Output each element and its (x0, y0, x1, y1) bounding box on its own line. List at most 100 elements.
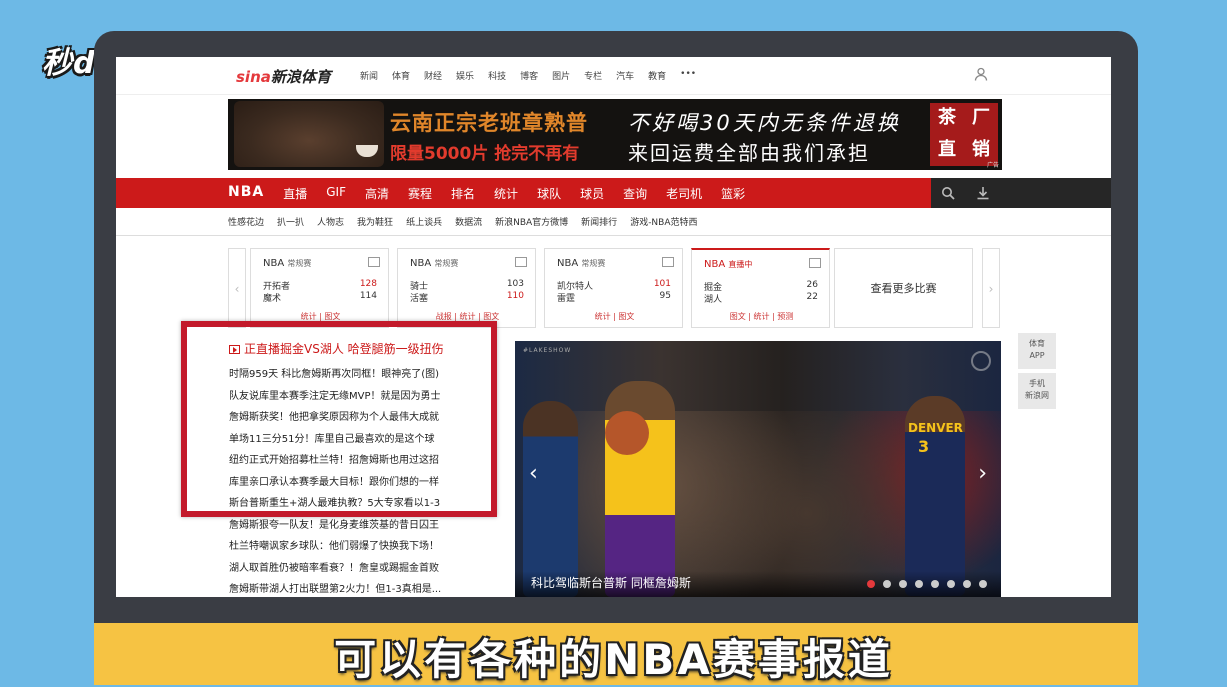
player-image (523, 401, 578, 597)
game-card[interactable]: NBA 常规赛 开拓者 128 魔术 114 统计 | 图文 (250, 248, 389, 328)
jersey-number: 3 (918, 437, 930, 456)
news-item[interactable]: 湖人取首胜仍被暗率看衰？！詹皇或踢掘金首败 (229, 558, 441, 580)
nba-nav-bar: NBA 直播 GIF 高清 赛程 排名 统计 球队 球员 查询 老司机 篮彩 (116, 178, 1111, 208)
team-name: 魔术 (263, 294, 282, 304)
nav-item-hd[interactable]: 高清 (365, 185, 389, 202)
mobile-sina-widget[interactable]: 手机 新浪网 (1018, 373, 1056, 409)
nav-item-players[interactable]: 球员 (580, 185, 604, 202)
game-status: 常规赛 (287, 259, 312, 268)
chevron-right-icon[interactable]: › (982, 248, 1000, 328)
team-score: 26 (806, 280, 818, 290)
slider-dot[interactable] (931, 580, 939, 588)
nav-item-stats[interactable]: 统计 (494, 185, 518, 202)
slider-dots (867, 580, 987, 588)
league: NBA (410, 258, 432, 269)
nba-logo-link[interactable]: NBA (228, 184, 264, 202)
slider-dot[interactable] (883, 580, 891, 588)
top-nav-item[interactable]: 图片 (552, 69, 570, 82)
search-icon[interactable] (941, 186, 955, 200)
nav-item-teams[interactable]: 球队 (537, 185, 561, 202)
basketball-image (605, 411, 649, 455)
ad-line3: 不好喝30天内无条件退换 (628, 111, 901, 135)
top-nav-item[interactable]: 汽车 (616, 69, 634, 82)
nav-item-driver[interactable]: 老司机 (666, 185, 702, 202)
sub-nav-item[interactable]: 扒一扒 (277, 215, 304, 228)
sub-nav-item[interactable]: 数据流 (455, 215, 482, 228)
nav-item-gif[interactable]: GIF (326, 185, 346, 202)
nav-item-schedule[interactable]: 赛程 (408, 185, 432, 202)
image-icon[interactable] (662, 257, 674, 267)
download-icon[interactable] (976, 186, 990, 200)
top-nav-item[interactable]: 博客 (520, 69, 538, 82)
slider-dot[interactable] (867, 580, 875, 588)
game-links[interactable]: 统计 | 图文 (545, 311, 684, 322)
user-icon[interactable] (974, 67, 988, 81)
news-item[interactable]: 杜兰特嘲讽家乡球队：他们弱爆了快换我下场！ (229, 536, 441, 558)
sub-nav-item[interactable]: 游戏-NBA范特西 (630, 215, 697, 228)
slider-dot[interactable] (947, 580, 955, 588)
tea-ad-banner[interactable]: 云南正宗老班章熟普 限量5000片 抢完不再有 不好喝30天内无条件退换 来回运… (228, 99, 1002, 170)
nav-item-live[interactable]: 直播 (283, 185, 307, 202)
top-nav-item[interactable]: 新闻 (360, 69, 378, 82)
top-nav-item[interactable]: 专栏 (584, 69, 602, 82)
slider-dot[interactable] (963, 580, 971, 588)
game-card-live[interactable]: NBA 直播中 掘金 26 湖人 22 图文 | 统计 | 预测 (691, 248, 830, 328)
badge-char: 茶 (938, 107, 956, 128)
team-name: 活塞 (410, 294, 429, 304)
top-nav: sina新浪体育 新闻 体育 财经 娱乐 科技 博客 图片 专栏 汽车 教育 •… (116, 57, 1111, 95)
chevron-left-icon[interactable]: ‹ (228, 248, 246, 328)
team-score: 128 (359, 279, 377, 289)
news-item[interactable]: 詹姆斯狠夸一队友！是化身麦维茨基的昔日囚王 (229, 515, 441, 537)
news-item[interactable]: 詹姆斯带湖人打出联盟第2火力！但1-3真相是... (229, 579, 441, 597)
sub-nav-item[interactable]: 我为鞋狂 (357, 215, 393, 228)
ad-line1: 云南正宗老班章熟普 (390, 111, 588, 135)
game-header: NBA 常规赛 (263, 258, 311, 269)
top-nav-list: 新闻 体育 财经 娱乐 科技 博客 图片 专栏 汽车 教育 ••• (360, 69, 696, 82)
team-score: 95 (659, 291, 671, 301)
image-icon[interactable] (809, 258, 821, 268)
game-card[interactable]: NBA 常规赛 骑士 103 活塞 110 战报 | 统计 | 图文 (397, 248, 536, 328)
ad-line2: 限量5000片 抢完不再有 (390, 144, 580, 164)
top-nav-item[interactable]: 财经 (424, 69, 442, 82)
slider-dot[interactable] (979, 580, 987, 588)
ad-badge: 茶 厂 直 销 (930, 103, 998, 166)
nav-item-lottery[interactable]: 篮彩 (721, 185, 745, 202)
nav-item-query[interactable]: 查询 (623, 185, 647, 202)
league: NBA (704, 259, 726, 270)
more-games-button[interactable]: 查看更多比赛 (834, 248, 973, 328)
slider-next-icon[interactable]: › (978, 461, 987, 486)
top-nav-item[interactable]: 科技 (488, 69, 506, 82)
sub-nav-item[interactable]: 新浪NBA官方微博 (495, 215, 568, 228)
nav-tools-area (931, 178, 1111, 208)
sports-app-widget[interactable]: 体育 APP (1018, 333, 1056, 369)
game-links[interactable]: 图文 | 统计 | 预测 (692, 311, 831, 322)
image-icon[interactable] (515, 257, 527, 267)
top-nav-item[interactable]: 娱乐 (456, 69, 474, 82)
slider-dot[interactable] (915, 580, 923, 588)
photo-slider[interactable]: DENVER 3 #LAKESHOW ‹ › 科比驾临斯台普斯 同框詹姆斯 (515, 341, 1001, 597)
video-caption: 可以有各种的NBA赛事报道 (334, 635, 893, 684)
sina-logo[interactable]: sina新浪体育 (236, 66, 331, 87)
game-status: 常规赛 (581, 259, 606, 268)
game-card[interactable]: NBA 常规赛 凯尔特人 101 雷霆 95 统计 | 图文 (544, 248, 683, 328)
slider-prev-icon[interactable]: ‹ (529, 461, 538, 486)
widget-label: APP (1029, 351, 1045, 360)
sub-nav-item[interactable]: 性感花边 (228, 215, 264, 228)
team-score: 103 (506, 279, 524, 289)
top-nav-item[interactable]: 教育 (648, 69, 666, 82)
nav-item-rank[interactable]: 排名 (451, 185, 475, 202)
game-status: 直播中 (728, 260, 753, 269)
game-header: NBA 常规赛 (557, 258, 605, 269)
divider (116, 235, 1111, 236)
slider-dot[interactable] (899, 580, 907, 588)
logo-prefix: sina (236, 68, 271, 86)
more-menu-icon[interactable]: ••• (680, 69, 696, 82)
slider-caption[interactable]: 科比驾临斯台普斯 同框詹姆斯 (531, 574, 691, 591)
image-icon[interactable] (368, 257, 380, 267)
ad-tag: 广告 (986, 162, 999, 169)
sub-nav-item[interactable]: 新闻排行 (581, 215, 617, 228)
sub-nav-item[interactable]: 纸上谈兵 (406, 215, 442, 228)
top-nav-item[interactable]: 体育 (392, 69, 410, 82)
team-name: 雷霆 (557, 294, 576, 304)
sub-nav-item[interactable]: 人物志 (317, 215, 344, 228)
